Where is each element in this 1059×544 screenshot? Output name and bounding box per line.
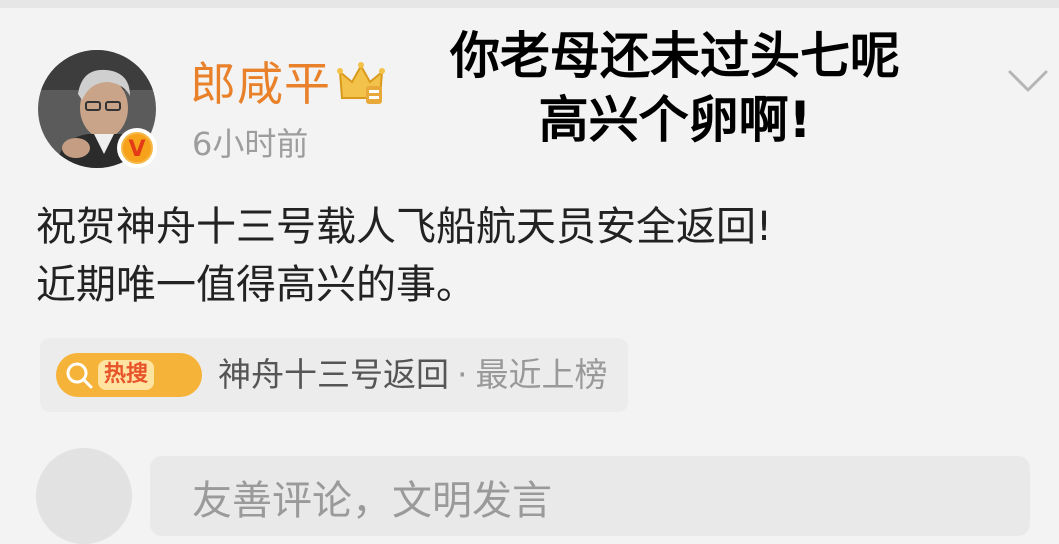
verified-v-icon: V bbox=[121, 132, 153, 164]
verified-badge: V bbox=[117, 128, 157, 168]
comment-input[interactable]: 友善评论，文明发言 bbox=[150, 456, 1030, 536]
post-text-line-1: 祝贺神舟十三号载人飞船航天员安全返回! bbox=[36, 204, 773, 250]
top-strip bbox=[0, 0, 1059, 8]
overlay-caption-line-2: 高兴个卵啊! bbox=[538, 91, 812, 149]
post-time: 6小时前 bbox=[192, 125, 309, 163]
crown-icon bbox=[336, 58, 386, 106]
author-name[interactable]: 郎咸平 bbox=[190, 56, 331, 112]
hot-search-topic[interactable]: 神舟十三号返回 · 最近上榜 bbox=[218, 354, 608, 396]
hot-topic-separator: · bbox=[457, 355, 468, 394]
user-avatar bbox=[36, 448, 132, 544]
hot-search-label: 热搜 bbox=[98, 360, 155, 390]
chevron-down-icon[interactable] bbox=[1006, 64, 1050, 96]
hot-search-tag[interactable]: 热搜 神舟十三号返回 · 最近上榜 bbox=[40, 338, 628, 412]
comment-placeholder: 友善评论，文明发言 bbox=[192, 478, 552, 524]
overlay-caption: 你老母还未过头七呢 高兴个卵啊! bbox=[410, 24, 940, 152]
hot-topic-name: 神舟十三号返回 bbox=[218, 355, 449, 394]
post-body: 祝贺神舟十三号载人飞船航天员安全返回! 近期唯一值得高兴的事。 bbox=[36, 198, 772, 314]
hot-search-badge: 热搜 bbox=[56, 353, 202, 397]
overlay-caption-line-1: 你老母还未过头七呢 bbox=[450, 27, 900, 85]
hot-topic-status: 最近上榜 bbox=[475, 355, 608, 394]
search-icon bbox=[66, 362, 93, 389]
post-text-line-2: 近期唯一值得高兴的事。 bbox=[36, 262, 476, 308]
